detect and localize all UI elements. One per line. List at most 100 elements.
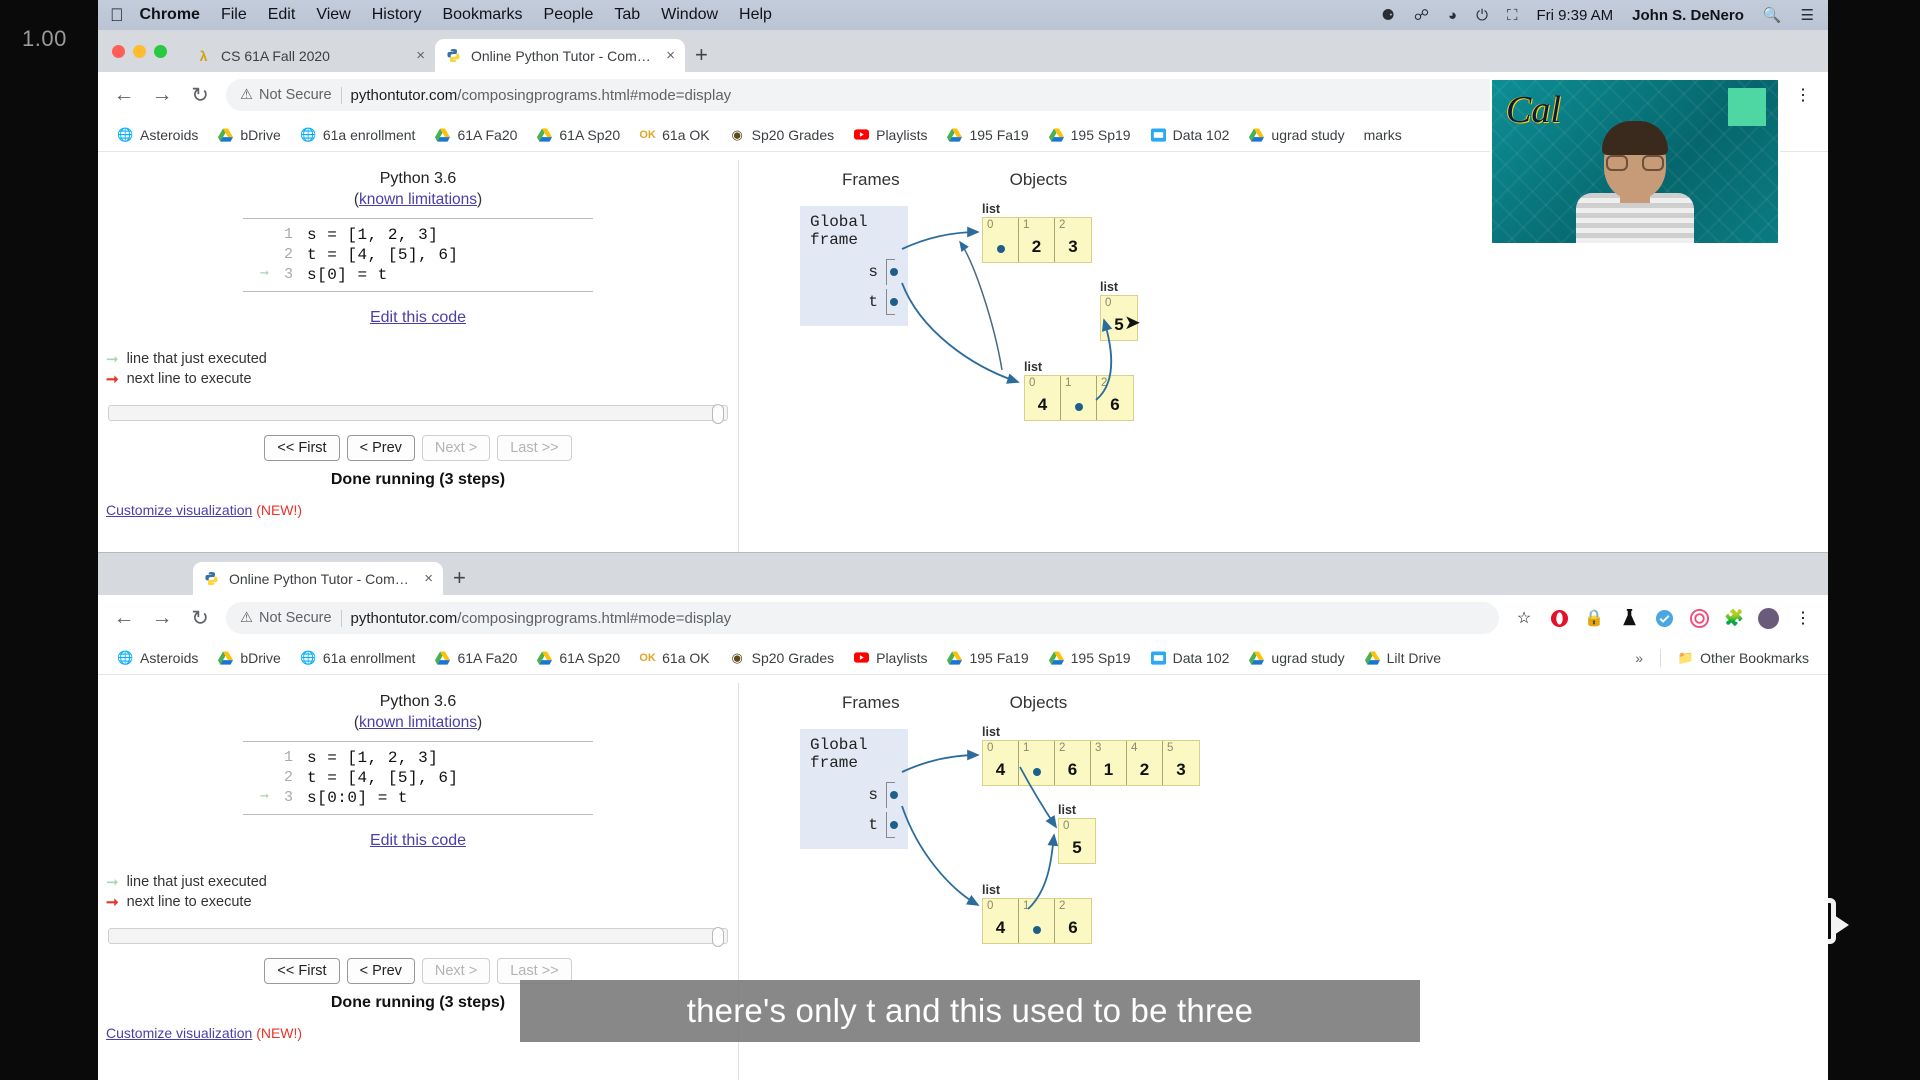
bookmark-ugrad-study[interactable]: ugrad study <box>1241 646 1351 669</box>
other-bookmarks-button[interactable]: 📁 Other Bookmarks <box>1670 646 1816 669</box>
security-indicator[interactable]: ⚠ Not Secure <box>240 87 332 103</box>
close-window-button[interactable] <box>112 44 125 58</box>
menu-item-window[interactable]: Window <box>661 6 718 24</box>
bookmark-61a-ok[interactable]: OK 61a OK <box>632 646 716 669</box>
slider-knob[interactable] <box>712 404 724 424</box>
prev-button[interactable]: < Prev <box>346 958 415 984</box>
close-icon[interactable]: × <box>424 570 433 587</box>
menu-bar-user[interactable]: John S. DeNero <box>1632 7 1744 24</box>
three-dot-menu-icon[interactable]: ⋮ <box>1792 607 1814 629</box>
youtube-icon <box>853 126 870 143</box>
next-button[interactable]: Next > <box>421 435 491 461</box>
menu-item-people[interactable]: People <box>544 6 594 24</box>
bookmark-asteroids[interactable]: 🌐 Asteroids <box>110 646 205 669</box>
bookmark-data-102[interactable]: Data 102 <box>1143 123 1237 146</box>
edit-this-code-link[interactable]: Edit this code <box>370 832 466 849</box>
check-circle-icon[interactable] <box>1653 607 1675 629</box>
forward-arrow-icon[interactable]: → <box>150 606 174 630</box>
menu-item-view[interactable]: View <box>316 6 350 24</box>
cell-index: 2 <box>1101 377 1108 389</box>
bookmark-ugrad-study[interactable]: ugrad study <box>1241 123 1351 146</box>
edit-this-code-link[interactable]: Edit this code <box>370 309 466 326</box>
minimize-window-button[interactable] <box>133 44 146 58</box>
bookmark-195-fa19[interactable]: 195 Fa19 <box>939 123 1035 146</box>
customize-visualization-link[interactable]: Customize visualization <box>106 1025 252 1041</box>
lock-icon[interactable]: 🔒 <box>1583 607 1605 629</box>
battery-icon[interactable]: ⏻ <box>1476 7 1488 24</box>
back-arrow-icon[interactable]: ← <box>112 606 136 630</box>
bottom-step-slider[interactable] <box>108 927 728 947</box>
first-button[interactable]: << First <box>264 958 340 984</box>
bookmark-61a-sp20[interactable]: 61A Sp20 <box>529 646 627 669</box>
wifi-icon[interactable]: ◕ <box>1448 7 1457 24</box>
control-center-icon[interactable]: ☰ <box>1801 6 1814 24</box>
new-tab-button[interactable]: + <box>453 565 466 591</box>
close-icon[interactable]: × <box>666 47 675 64</box>
known-limitations-link[interactable]: known limitations <box>359 714 477 731</box>
avatar[interactable] <box>1758 607 1779 629</box>
forward-arrow-icon[interactable]: → <box>150 83 174 107</box>
apple-icon[interactable]:  <box>110 6 124 24</box>
bookmark-61a-sp20[interactable]: 61A Sp20 <box>529 123 627 146</box>
known-limitations-link[interactable]: known limitations <box>359 191 477 208</box>
search-icon[interactable]: 🔍 <box>1763 6 1782 24</box>
tab-online-python-tutor[interactable]: Online Python Tutor - Compos × <box>193 562 443 595</box>
prev-button[interactable]: < Prev <box>346 435 415 461</box>
bookmark-61a-fa20[interactable]: 61A Fa20 <box>427 646 524 669</box>
menu-item-help[interactable]: Help <box>739 6 772 24</box>
close-icon[interactable]: × <box>416 47 425 64</box>
customize-visualization-link[interactable]: Customize visualization <box>106 502 252 518</box>
slider-knob[interactable] <box>712 927 724 947</box>
bookmark-bdrive[interactable]: bDrive <box>210 123 287 146</box>
bookmark-playlists[interactable]: Playlists <box>846 646 934 669</box>
three-dot-menu-icon[interactable]: ⋮ <box>1792 84 1814 106</box>
bookmark-61a-ok[interactable]: OK 61a OK <box>632 123 716 146</box>
top-step-slider[interactable] <box>108 404 728 424</box>
bookmark-195-sp19[interactable]: 195 Sp19 <box>1041 123 1138 146</box>
list-cell: 05 <box>1059 819 1095 863</box>
menu-item-chrome[interactable]: Chrome <box>140 6 200 24</box>
bookmark-bdrive[interactable]: bDrive <box>210 646 287 669</box>
first-button[interactable]: << First <box>264 435 340 461</box>
bookmark-sp20-grades[interactable]: ◉ Sp20 Grades <box>722 646 842 669</box>
menu-bar-clock[interactable]: Fri 9:39 AM <box>1536 7 1613 24</box>
security-indicator[interactable]: ⚠ Not Secure <box>240 610 332 626</box>
menu-item-bookmarks[interactable]: Bookmarks <box>442 6 522 24</box>
bookmark-data-102[interactable]: Data 102 <box>1143 646 1237 669</box>
flask-icon[interactable] <box>1618 607 1640 629</box>
webcam-overlay[interactable]: Cal <box>1490 78 1780 245</box>
bluetooth-icon[interactable]: ☍ <box>1414 6 1429 24</box>
puzzle-piece-icon[interactable]: 🧩 <box>1723 607 1745 629</box>
last-button[interactable]: Last >> <box>497 435 572 461</box>
menu-item-tab[interactable]: Tab <box>614 6 640 24</box>
bookmarks-overflow-label[interactable]: marks <box>1357 124 1409 146</box>
tab-online-python-tutor[interactable]: Online Python Tutor - Compos × <box>435 39 685 72</box>
new-badge: (NEW!) <box>256 502 303 518</box>
bookmark-sp20-grades[interactable]: ◉ Sp20 Grades <box>722 123 842 146</box>
bookmark-lilt-drive[interactable]: Lilt Drive <box>1357 646 1448 669</box>
reload-icon[interactable]: ↻ <box>188 606 212 631</box>
bookmark-61a-fa20[interactable]: 61A Fa20 <box>427 123 524 146</box>
display-icon[interactable]: ⛶ <box>1507 7 1518 24</box>
menu-item-history[interactable]: History <box>372 6 422 24</box>
usb-icon[interactable]: ⚈ <box>1381 6 1394 24</box>
bookmark-61a-enrollment[interactable]: 🌐 61a enrollment <box>293 646 423 669</box>
bookmark-61a-enrollment[interactable]: 🌐 61a enrollment <box>293 123 423 146</box>
back-arrow-icon[interactable]: ← <box>112 83 136 107</box>
opera-shield-icon[interactable] <box>1548 607 1570 629</box>
next-button[interactable]: Next > <box>421 958 491 984</box>
star-icon[interactable]: ☆ <box>1513 607 1535 629</box>
address-bar[interactable]: ⚠ Not Secure pythontutor.com/composingpr… <box>226 602 1499 634</box>
bookmarks-overflow-chevron[interactable]: » <box>1627 650 1651 666</box>
bookmark-195-fa19[interactable]: 195 Fa19 <box>939 646 1035 669</box>
tab-cs61a-fall-2020[interactable]: λ CS 61A Fall 2020 × <box>185 39 435 72</box>
bookmark-playlists[interactable]: Playlists <box>846 123 934 146</box>
reload-icon[interactable]: ↻ <box>188 83 212 108</box>
spiral-icon[interactable] <box>1688 607 1710 629</box>
menu-item-file[interactable]: File <box>221 6 247 24</box>
new-tab-button[interactable]: + <box>695 42 708 68</box>
bookmark-195-sp19[interactable]: 195 Sp19 <box>1041 646 1138 669</box>
maximize-window-button[interactable] <box>154 44 167 58</box>
bookmark-asteroids[interactable]: 🌐 Asteroids <box>110 123 205 146</box>
menu-item-edit[interactable]: Edit <box>268 6 296 24</box>
